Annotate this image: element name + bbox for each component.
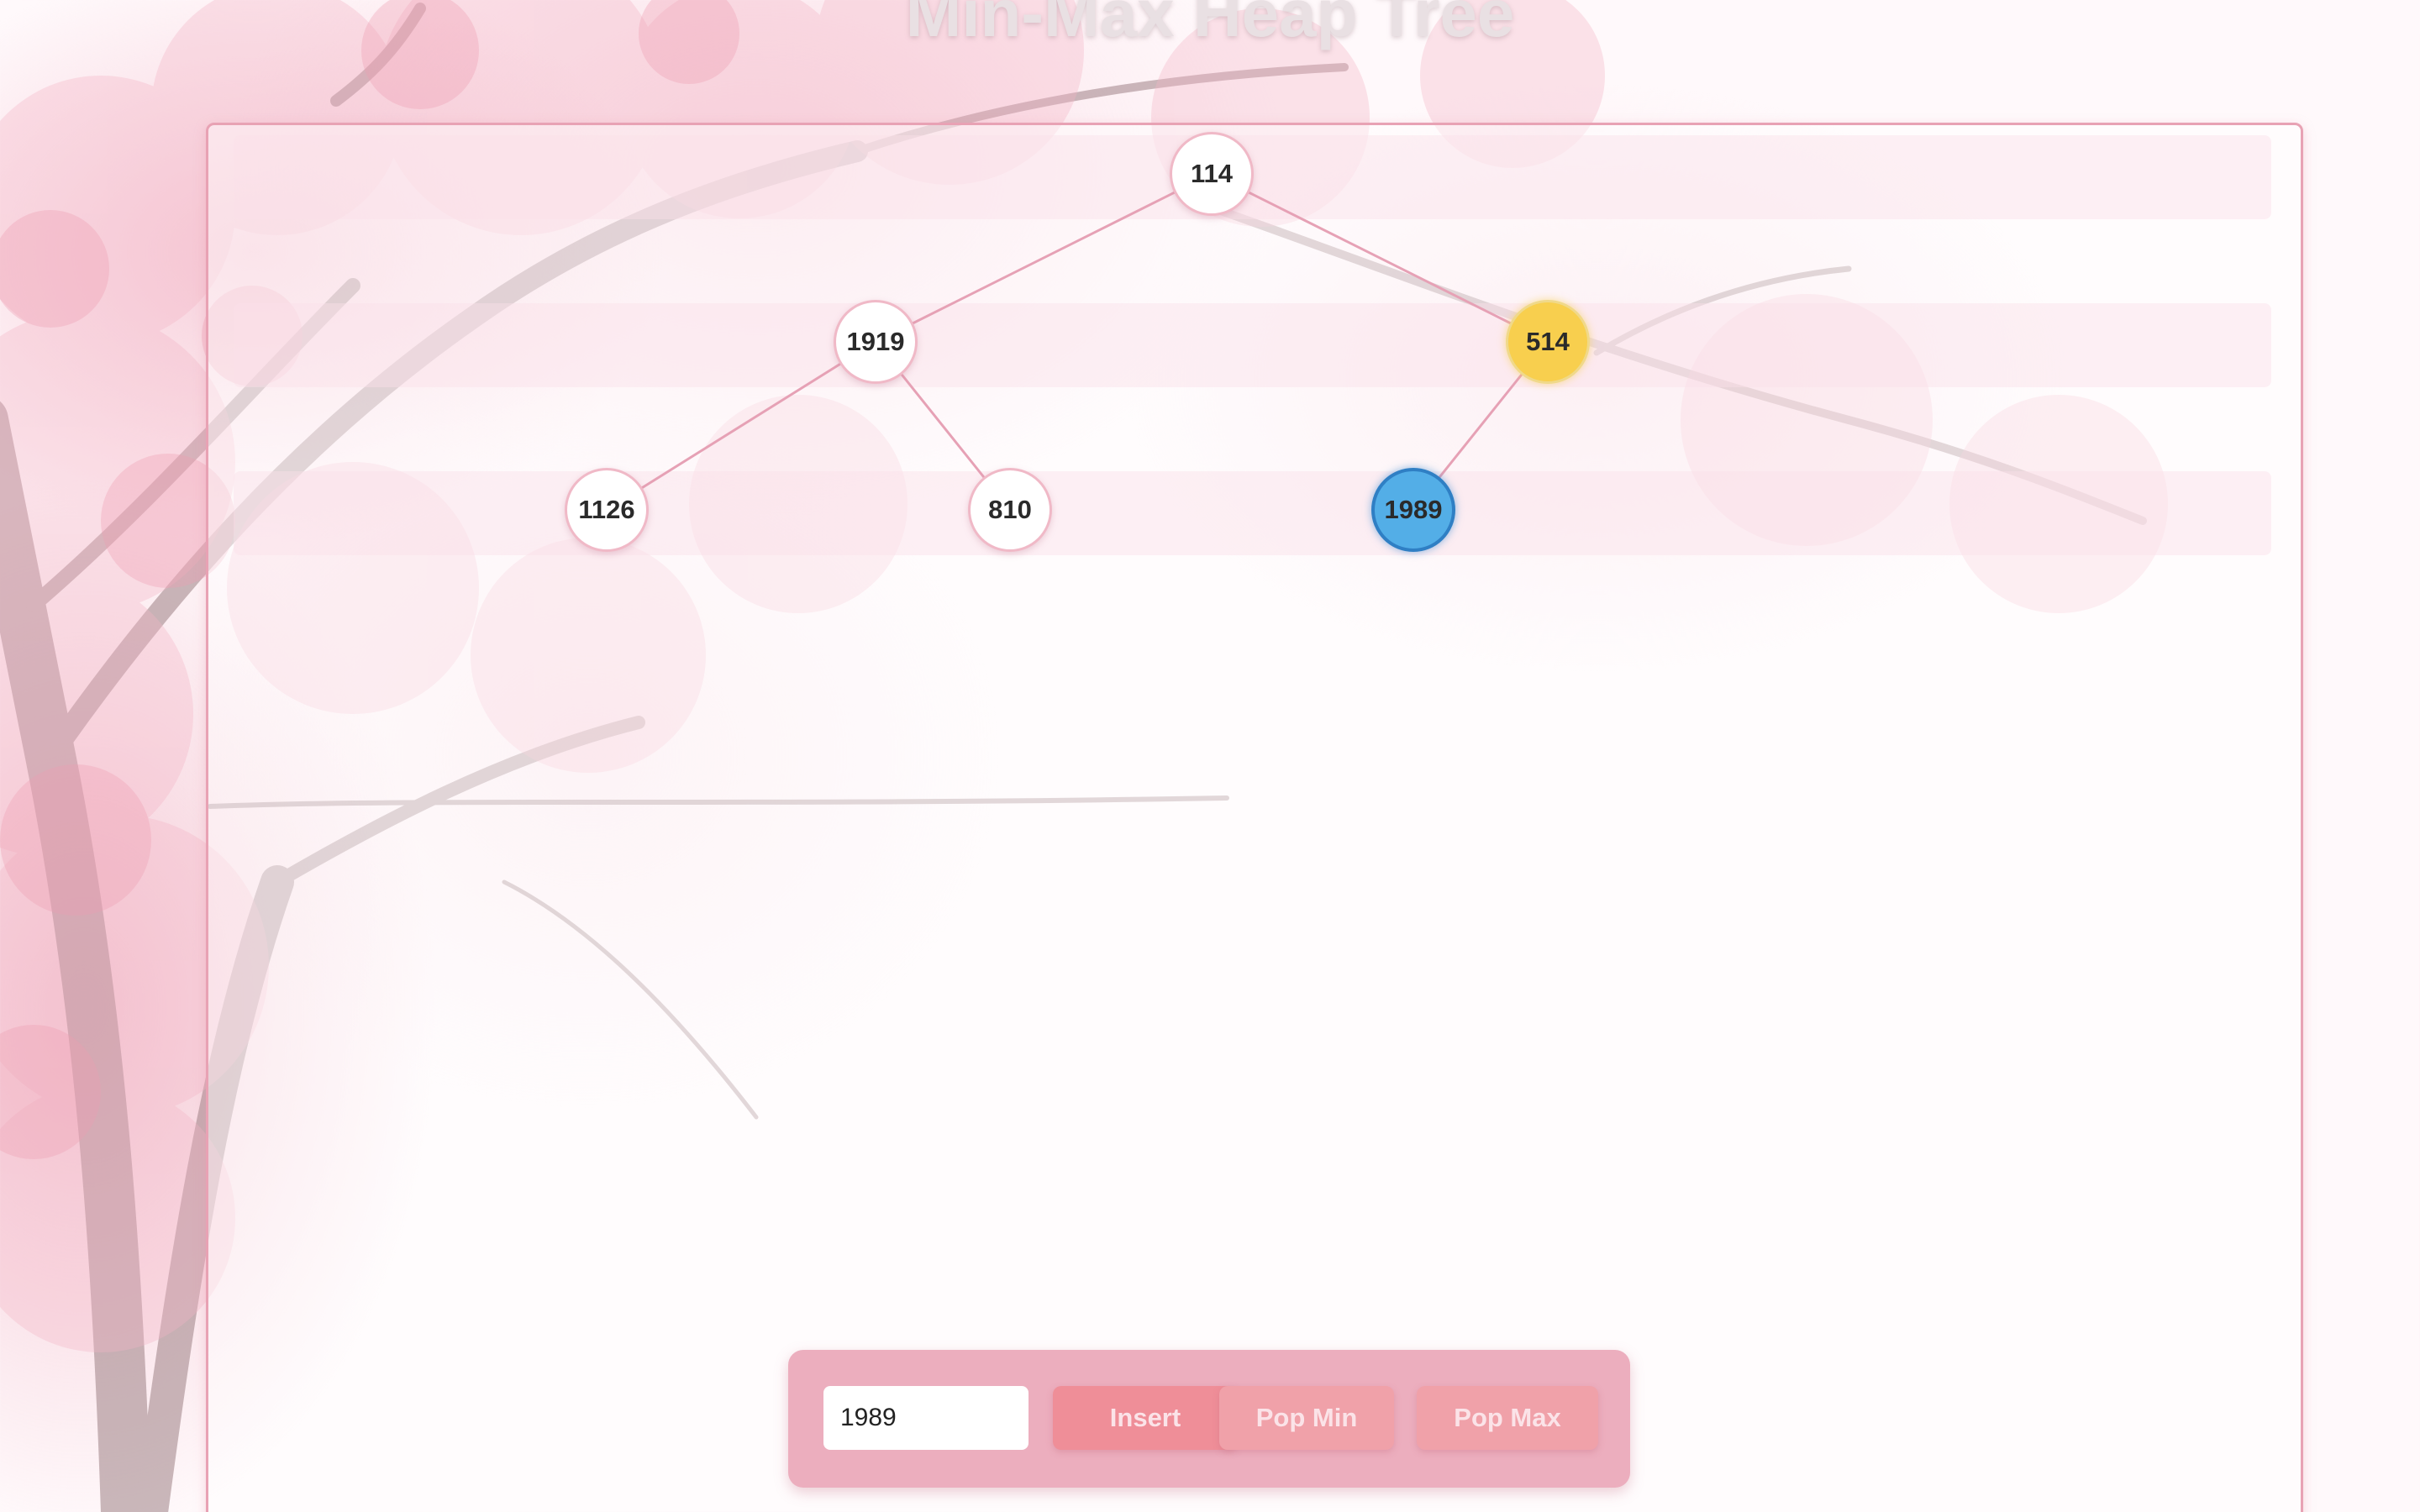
tree-edge: [875, 172, 1213, 344]
heap-node[interactable]: 810: [968, 468, 1052, 552]
tree-edge: [606, 340, 876, 512]
pop-min-button[interactable]: Pop Min: [1219, 1386, 1394, 1450]
heap-node-root[interactable]: 114: [1170, 132, 1254, 216]
pop-max-button[interactable]: Pop Max: [1417, 1386, 1598, 1450]
tree-edge: [1211, 172, 1549, 344]
heap-node-max[interactable]: 514: [1506, 300, 1590, 384]
heap-edges: [606, 172, 1549, 512]
value-input[interactable]: [823, 1386, 1028, 1450]
heap-node-inserted[interactable]: 1989: [1371, 468, 1455, 552]
control-bar: Insert Pop Min Pop Max: [788, 1350, 1630, 1488]
insert-button[interactable]: Insert: [1053, 1386, 1238, 1450]
heap-node[interactable]: 1126: [565, 468, 649, 552]
heap-node[interactable]: 1919: [834, 300, 918, 384]
